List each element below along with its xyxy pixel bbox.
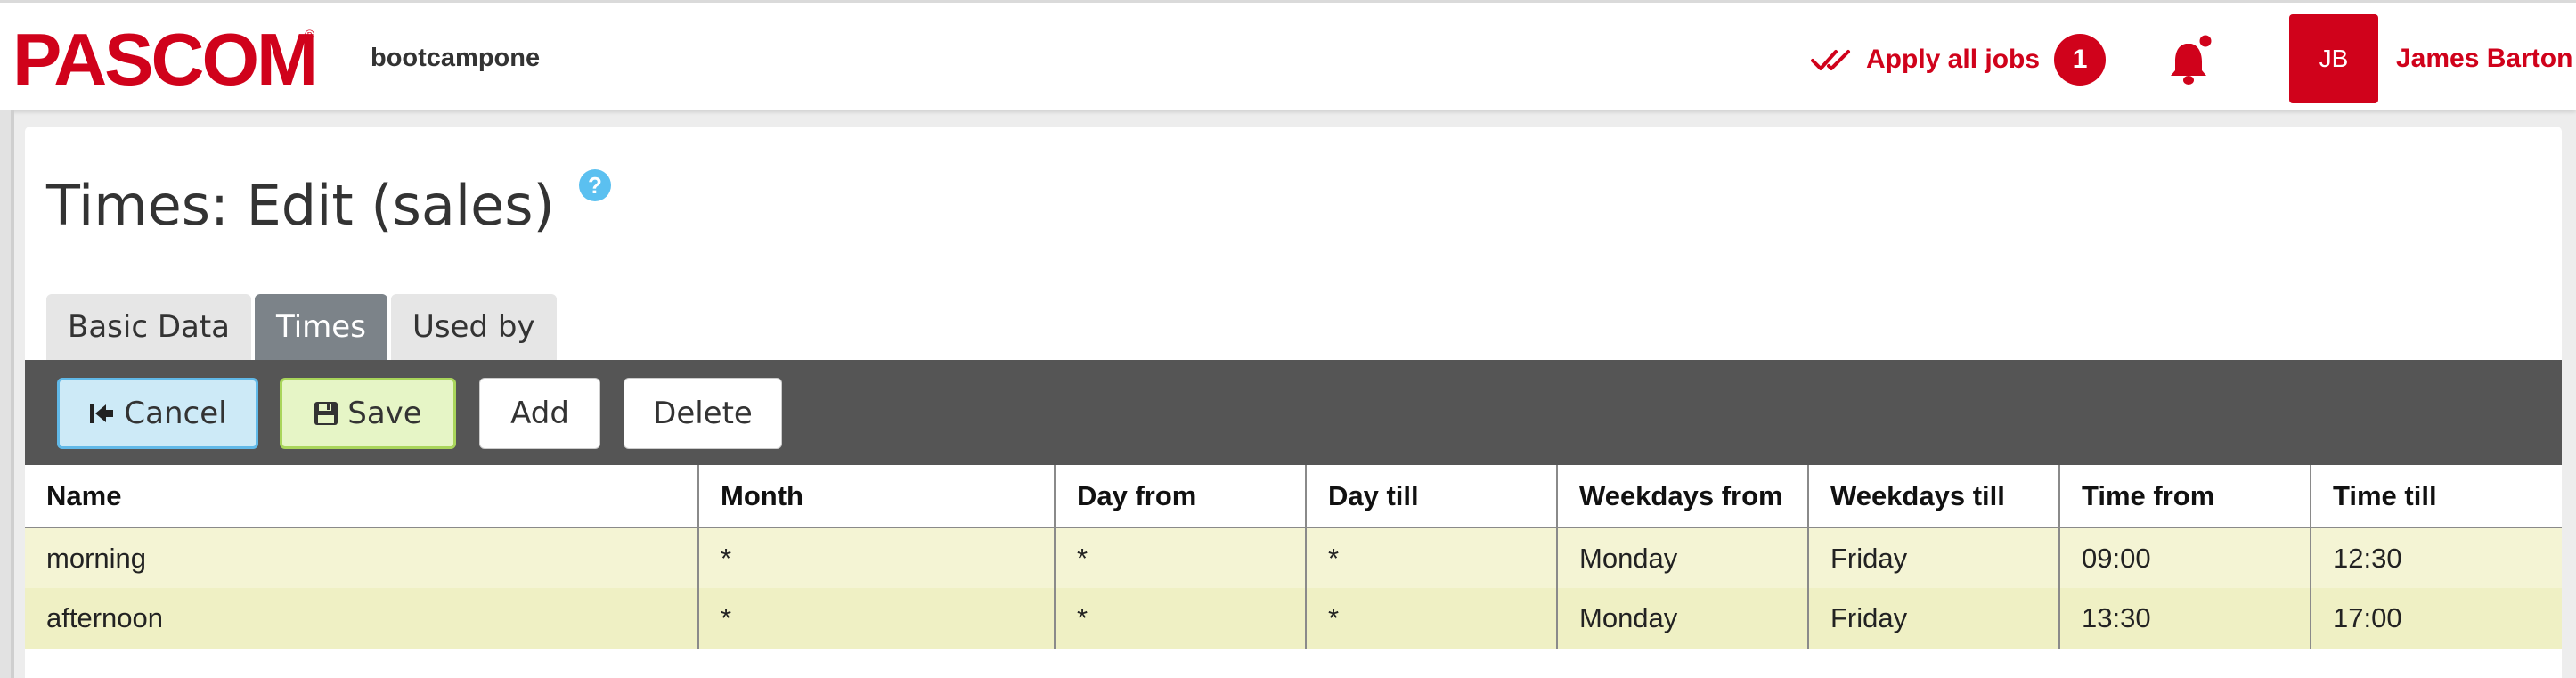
column-header-day-from[interactable]: Day from bbox=[1054, 465, 1306, 528]
tenant-name: bootcampone bbox=[371, 44, 541, 72]
pascom-logo[interactable]: PASCOM bbox=[12, 22, 318, 96]
user-name[interactable]: James Barton bbox=[2396, 44, 2572, 74]
tab-basic-data[interactable]: Basic Data bbox=[46, 294, 252, 360]
cell-name[interactable]: morning bbox=[25, 527, 698, 588]
column-header-name[interactable]: Name bbox=[25, 465, 698, 528]
jobs-count-badge: 1 bbox=[2054, 34, 2107, 86]
column-header-day-till[interactable]: Day till bbox=[1305, 465, 1557, 528]
page-title: Times: Edit (sales) bbox=[46, 173, 555, 238]
column-header-time-till[interactable]: Time till bbox=[2310, 465, 2562, 528]
column-header-time-from[interactable]: Time from bbox=[2058, 465, 2311, 528]
bell-icon bbox=[2171, 32, 2214, 85]
tab-bar: Basic Data Times Used by bbox=[46, 294, 560, 360]
cell-time-till[interactable]: 12:30 bbox=[2310, 527, 2562, 588]
cell-time-till[interactable]: 17:00 bbox=[2310, 588, 2562, 649]
cell-day-till[interactable]: * bbox=[1305, 588, 1557, 649]
save-label: Save bbox=[347, 396, 422, 431]
top-bar: PASCOM ® bootcampone Apply all jobs 1 JB… bbox=[0, 0, 2576, 110]
tab-used-by[interactable]: Used by bbox=[390, 294, 557, 360]
delete-button[interactable]: Delete bbox=[624, 378, 782, 449]
table-row[interactable]: afternoon * * * Monday Friday 13:30 17:0… bbox=[25, 588, 2562, 649]
cancel-button[interactable]: Cancel bbox=[57, 378, 258, 449]
cancel-label: Cancel bbox=[124, 396, 227, 431]
toolbar: Cancel Save Add Delete bbox=[25, 360, 2562, 465]
back-to-start-icon bbox=[90, 404, 114, 423]
cell-name[interactable]: afternoon bbox=[25, 588, 698, 649]
left-gutter bbox=[0, 110, 14, 678]
cell-day-from[interactable]: * bbox=[1054, 527, 1306, 588]
double-check-icon bbox=[1811, 50, 1850, 70]
apply-jobs-label: Apply all jobs bbox=[1866, 45, 2041, 74]
times-table: Name Month Day from Day till Weekdays fr… bbox=[25, 465, 2562, 649]
cell-month[interactable]: * bbox=[697, 588, 1055, 649]
tab-times[interactable]: Times bbox=[255, 294, 387, 360]
cell-weekdays-till[interactable]: Friday bbox=[1807, 527, 2059, 588]
column-header-weekdays-till[interactable]: Weekdays till bbox=[1807, 465, 2059, 528]
cell-weekdays-from[interactable]: Monday bbox=[1556, 527, 1808, 588]
table-row[interactable]: morning * * * Monday Friday 09:00 12:30 bbox=[25, 527, 2562, 588]
table-header-row: Name Month Day from Day till Weekdays fr… bbox=[25, 465, 2562, 528]
cell-day-till[interactable]: * bbox=[1305, 527, 1557, 588]
unread-dot bbox=[2197, 32, 2214, 50]
registered-mark: ® bbox=[305, 28, 315, 43]
column-header-month[interactable]: Month bbox=[697, 465, 1055, 528]
avatar[interactable]: JB bbox=[2289, 14, 2378, 103]
cell-day-from[interactable]: * bbox=[1054, 588, 1306, 649]
main-panel: Times: Edit (sales) ? Basic Data Times U… bbox=[25, 127, 2562, 678]
notifications-button[interactable] bbox=[2166, 32, 2216, 86]
cell-weekdays-till[interactable]: Friday bbox=[1807, 588, 2059, 649]
cell-time-from[interactable]: 13:30 bbox=[2058, 588, 2311, 649]
add-button[interactable]: Add bbox=[479, 378, 600, 449]
column-header-weekdays-from[interactable]: Weekdays from bbox=[1556, 465, 1808, 528]
save-button[interactable]: Save bbox=[280, 378, 456, 449]
apply-all-jobs-button[interactable]: Apply all jobs 1 bbox=[1811, 33, 2107, 86]
cell-weekdays-from[interactable]: Monday bbox=[1556, 588, 1808, 649]
cell-time-from[interactable]: 09:00 bbox=[2058, 527, 2311, 588]
cell-month[interactable]: * bbox=[697, 527, 1055, 588]
floppy-disk-icon bbox=[314, 402, 338, 425]
help-icon[interactable]: ? bbox=[579, 169, 611, 201]
